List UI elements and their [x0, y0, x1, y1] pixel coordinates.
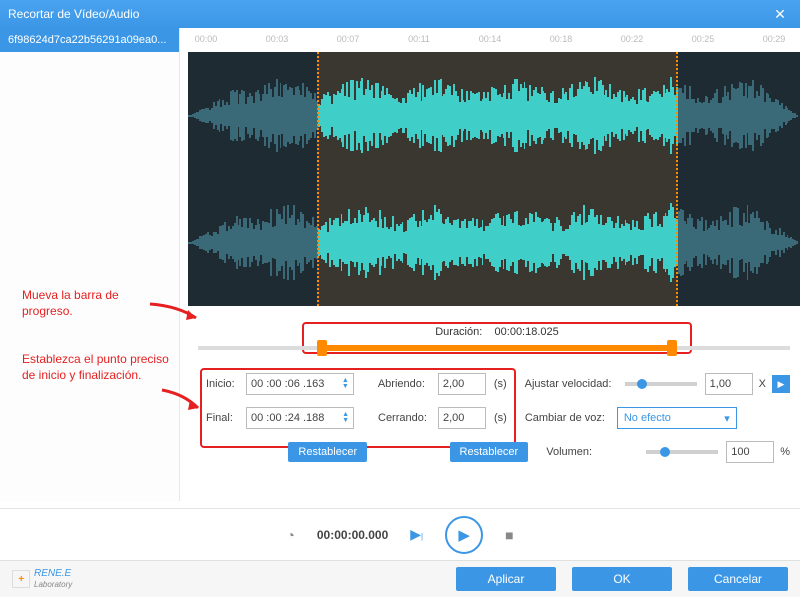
speed-label: Ajustar velocidad:	[525, 378, 617, 390]
duration-bar: Duración: 00:00:18.025	[304, 324, 690, 346]
annotation-text-2: Establezca el punto preciso de inicio y …	[22, 352, 182, 383]
apply-button[interactable]: Aplicar	[456, 567, 556, 591]
abriendo-label: Abriendo:	[378, 378, 438, 390]
close-icon[interactable]: ✕	[768, 6, 792, 23]
speed-input[interactable]: 1,00	[705, 373, 753, 395]
inicio-label: Inicio:	[206, 378, 246, 390]
ruler-tick: 00:07	[330, 34, 366, 50]
duration-value: 00:00:18.025	[495, 326, 559, 338]
speed-slider[interactable]	[625, 382, 697, 386]
ruler-tick: 00:00	[188, 34, 224, 50]
play-icon[interactable]: ▶	[772, 375, 790, 393]
arrow-icon	[160, 388, 204, 414]
spinner-icon[interactable]: ▲▼	[342, 412, 349, 424]
skip-icon[interactable]: ▶|	[410, 526, 423, 543]
cancel-button[interactable]: Cancelar	[688, 567, 788, 591]
logo-icon: +	[12, 570, 30, 588]
ruler-tick: 00:25	[685, 34, 721, 50]
file-list-item[interactable]: 6f98624d7ca22b56291a09ea0...	[0, 28, 179, 52]
clock-icon[interactable]: ◔	[286, 527, 294, 543]
playhead-time: 00:00:00.000	[317, 528, 388, 542]
window-title: Recortar de Vídeo/Audio	[8, 7, 139, 21]
ruler-tick: 00:22	[614, 34, 650, 50]
voice-label: Cambiar de voz:	[525, 412, 617, 424]
reset-time-button[interactable]: Restablecer	[288, 442, 367, 462]
ruler-tick: 00:14	[472, 34, 508, 50]
ruler-tick: 00:18	[543, 34, 579, 50]
abriendo-input[interactable]: 2,00	[438, 373, 486, 395]
trim-slider[interactable]	[198, 346, 790, 350]
chevron-down-icon: ▾	[724, 412, 730, 425]
ok-button[interactable]: OK	[572, 567, 672, 591]
reset-fade-button[interactable]: Restablecer	[450, 442, 529, 462]
volume-input[interactable]: 100	[726, 441, 774, 463]
spinner-icon[interactable]: ▲▼	[342, 378, 349, 390]
selection-region[interactable]	[317, 52, 678, 306]
waveform[interactable]	[188, 52, 800, 306]
volume-label: Volumen:	[546, 446, 638, 458]
time-ruler: 00:00 00:03 00:07 00:11 00:14 00:18 00:22 00:25…	[188, 34, 792, 50]
ruler-tick: 00:29	[756, 34, 792, 50]
trim-handle-start[interactable]	[317, 340, 327, 356]
duration-label: Duración:	[435, 326, 482, 338]
seconds-unit: (s)	[494, 378, 507, 390]
cerrando-label: Cerrando:	[378, 412, 438, 424]
stop-button[interactable]: ■	[505, 527, 513, 543]
trim-handle-end[interactable]	[667, 340, 677, 356]
cerrando-input[interactable]: 2,00	[438, 407, 486, 429]
annotation-text-1: Mueva la barra de progreso.	[22, 288, 152, 319]
titlebar: Recortar de Vídeo/Audio ✕	[0, 0, 800, 28]
inicio-input[interactable]: 00 :00 :06 .163 ▲▼	[246, 373, 354, 395]
speed-unit: X	[759, 378, 766, 390]
footer: + RENE.ELaboratory Aplicar OK Cancelar	[0, 560, 800, 597]
transport-bar: ◔ 00:00:00.000 ▶| ▶ ■	[0, 508, 800, 560]
play-button[interactable]: ▶	[445, 516, 483, 554]
trim-range[interactable]	[322, 345, 671, 351]
arrow-icon	[148, 302, 202, 326]
sidebar: 6f98624d7ca22b56291a09ea0...	[0, 28, 180, 501]
ruler-tick: 00:11	[401, 34, 437, 50]
seconds-unit: (s)	[494, 412, 507, 424]
brand-logo: + RENE.ELaboratory	[12, 568, 72, 590]
voice-select[interactable]: No efecto ▾	[617, 407, 737, 429]
volume-unit: %	[780, 446, 790, 458]
final-label: Final:	[206, 412, 246, 424]
volume-slider[interactable]	[646, 450, 718, 454]
ruler-tick: 00:03	[259, 34, 295, 50]
final-input[interactable]: 00 :00 :24 .188 ▲▼	[246, 407, 354, 429]
